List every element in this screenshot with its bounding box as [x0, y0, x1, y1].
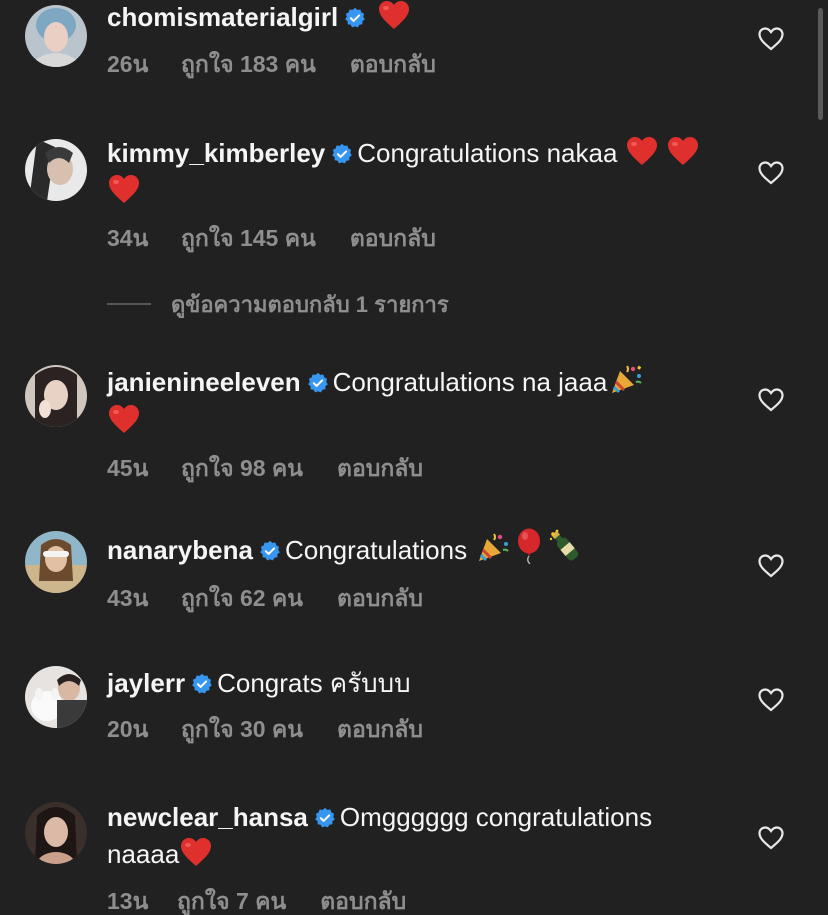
comment-username[interactable]: newclear_hansa [107, 802, 308, 832]
comment-time: 34น [107, 225, 149, 251]
avatar[interactable] [25, 531, 87, 593]
verified-badge-icon [331, 139, 353, 173]
comment-meta: 26น ถูกใจ 183 คน ตอบกลับ [107, 50, 727, 78]
heart-outline-icon[interactable] [758, 161, 786, 189]
balloon-emoji-icon [514, 528, 544, 572]
comment-like-count[interactable]: ถูกใจ 145 คน [181, 224, 316, 252]
comment-meta: 45น ถูกใจ 98 คน ตอบกลับ [107, 454, 727, 482]
comment-like-count[interactable]: ถูกใจ 7 คน [177, 887, 286, 915]
reply-button[interactable]: ตอบกลับ [337, 584, 423, 612]
party-popper-emoji-icon [609, 362, 643, 404]
comment-username[interactable]: jaylerr [107, 668, 185, 698]
heart-outline-icon[interactable] [758, 826, 786, 854]
heart-outline-icon[interactable] [758, 554, 786, 582]
reply-button[interactable]: ตอบกลับ [350, 50, 436, 78]
comment-meta: 13น ถูกใจ 7 คน ตอบกลับ [107, 887, 727, 915]
comment-username[interactable]: chomismaterialgirl [107, 2, 338, 32]
champagne-emoji-icon [548, 528, 582, 572]
reply-button[interactable]: ตอบกลับ [320, 887, 406, 915]
avatar[interactable] [25, 802, 87, 864]
comment-like-count[interactable]: ถูกใจ 183 คน [181, 50, 316, 78]
heart-emoji-icon [378, 0, 410, 38]
reply-button[interactable]: ตอบกลับ [337, 454, 423, 482]
heart-emoji-icon [108, 174, 140, 212]
view-replies-button[interactable]: ดูข้อความตอบกลับ 1 รายการ [107, 288, 449, 320]
comment-time: 43น [107, 585, 149, 611]
avatar[interactable] [25, 365, 87, 427]
comment-text: nanarybena Congratulations [107, 528, 727, 572]
view-replies-label: ดูข้อความตอบกลับ 1 รายการ [171, 291, 449, 317]
verified-badge-icon [314, 803, 336, 837]
comment-text: kimmy_kimberley Congratulations nakaa [107, 136, 727, 212]
heart-emoji-icon [667, 136, 699, 174]
avatar[interactable] [25, 5, 87, 67]
comment-like-count[interactable]: ถูกใจ 30 คน [181, 715, 303, 743]
heart-emoji-icon [626, 136, 658, 174]
comment-text: jaylerr Congrats ครับบบ [107, 666, 727, 703]
heart-outline-icon[interactable] [758, 27, 786, 55]
scrollbar[interactable] [818, 8, 823, 120]
comment-time: 45น [107, 455, 149, 481]
comment-body: Congratulations [284, 535, 468, 565]
heart-outline-icon[interactable] [758, 688, 786, 716]
verified-badge-icon [344, 3, 366, 37]
avatar[interactable] [25, 666, 87, 728]
comment-time: 20น [107, 716, 149, 742]
comment-text: newclear_hansa Omgggggg congratulations n… [107, 800, 727, 875]
verified-badge-icon [191, 669, 213, 703]
comment-username[interactable]: janienineeleven [107, 367, 301, 397]
comment-body: Congrats ครับบบ [217, 668, 411, 698]
heart-outline-icon[interactable] [758, 388, 786, 416]
comment-text: janienineeleven Congratulations na jaaa [107, 362, 727, 442]
comment-meta: 43น ถูกใจ 62 คน ตอบกลับ [107, 584, 727, 612]
comment-username[interactable]: nanarybena [107, 535, 253, 565]
comment-body: Congratulations nakaa [357, 138, 618, 168]
reply-button[interactable]: ตอบกลับ [337, 715, 423, 743]
comment-like-count[interactable]: ถูกใจ 62 คน [181, 584, 303, 612]
comment-meta: 20น ถูกใจ 30 คน ตอบกลับ [107, 715, 727, 743]
comment-meta: 34น ถูกใจ 145 คน ตอบกลับ [107, 224, 727, 252]
avatar[interactable] [25, 139, 87, 201]
verified-badge-icon [259, 536, 281, 570]
comment-body: Congratulations na jaaa [332, 367, 608, 397]
comment-time: 13น [107, 888, 149, 914]
reply-button[interactable]: ตอบกลับ [350, 224, 436, 252]
comment-text: chomismaterialgirl [107, 0, 727, 38]
party-popper-emoji-icon [476, 530, 510, 572]
heart-emoji-icon [180, 837, 212, 875]
comment-like-count[interactable]: ถูกใจ 98 คน [181, 454, 303, 482]
comment-time: 26น [107, 51, 149, 77]
verified-badge-icon [307, 368, 329, 402]
comment-username[interactable]: kimmy_kimberley [107, 138, 325, 168]
heart-emoji-icon [108, 404, 140, 442]
divider [107, 303, 151, 305]
